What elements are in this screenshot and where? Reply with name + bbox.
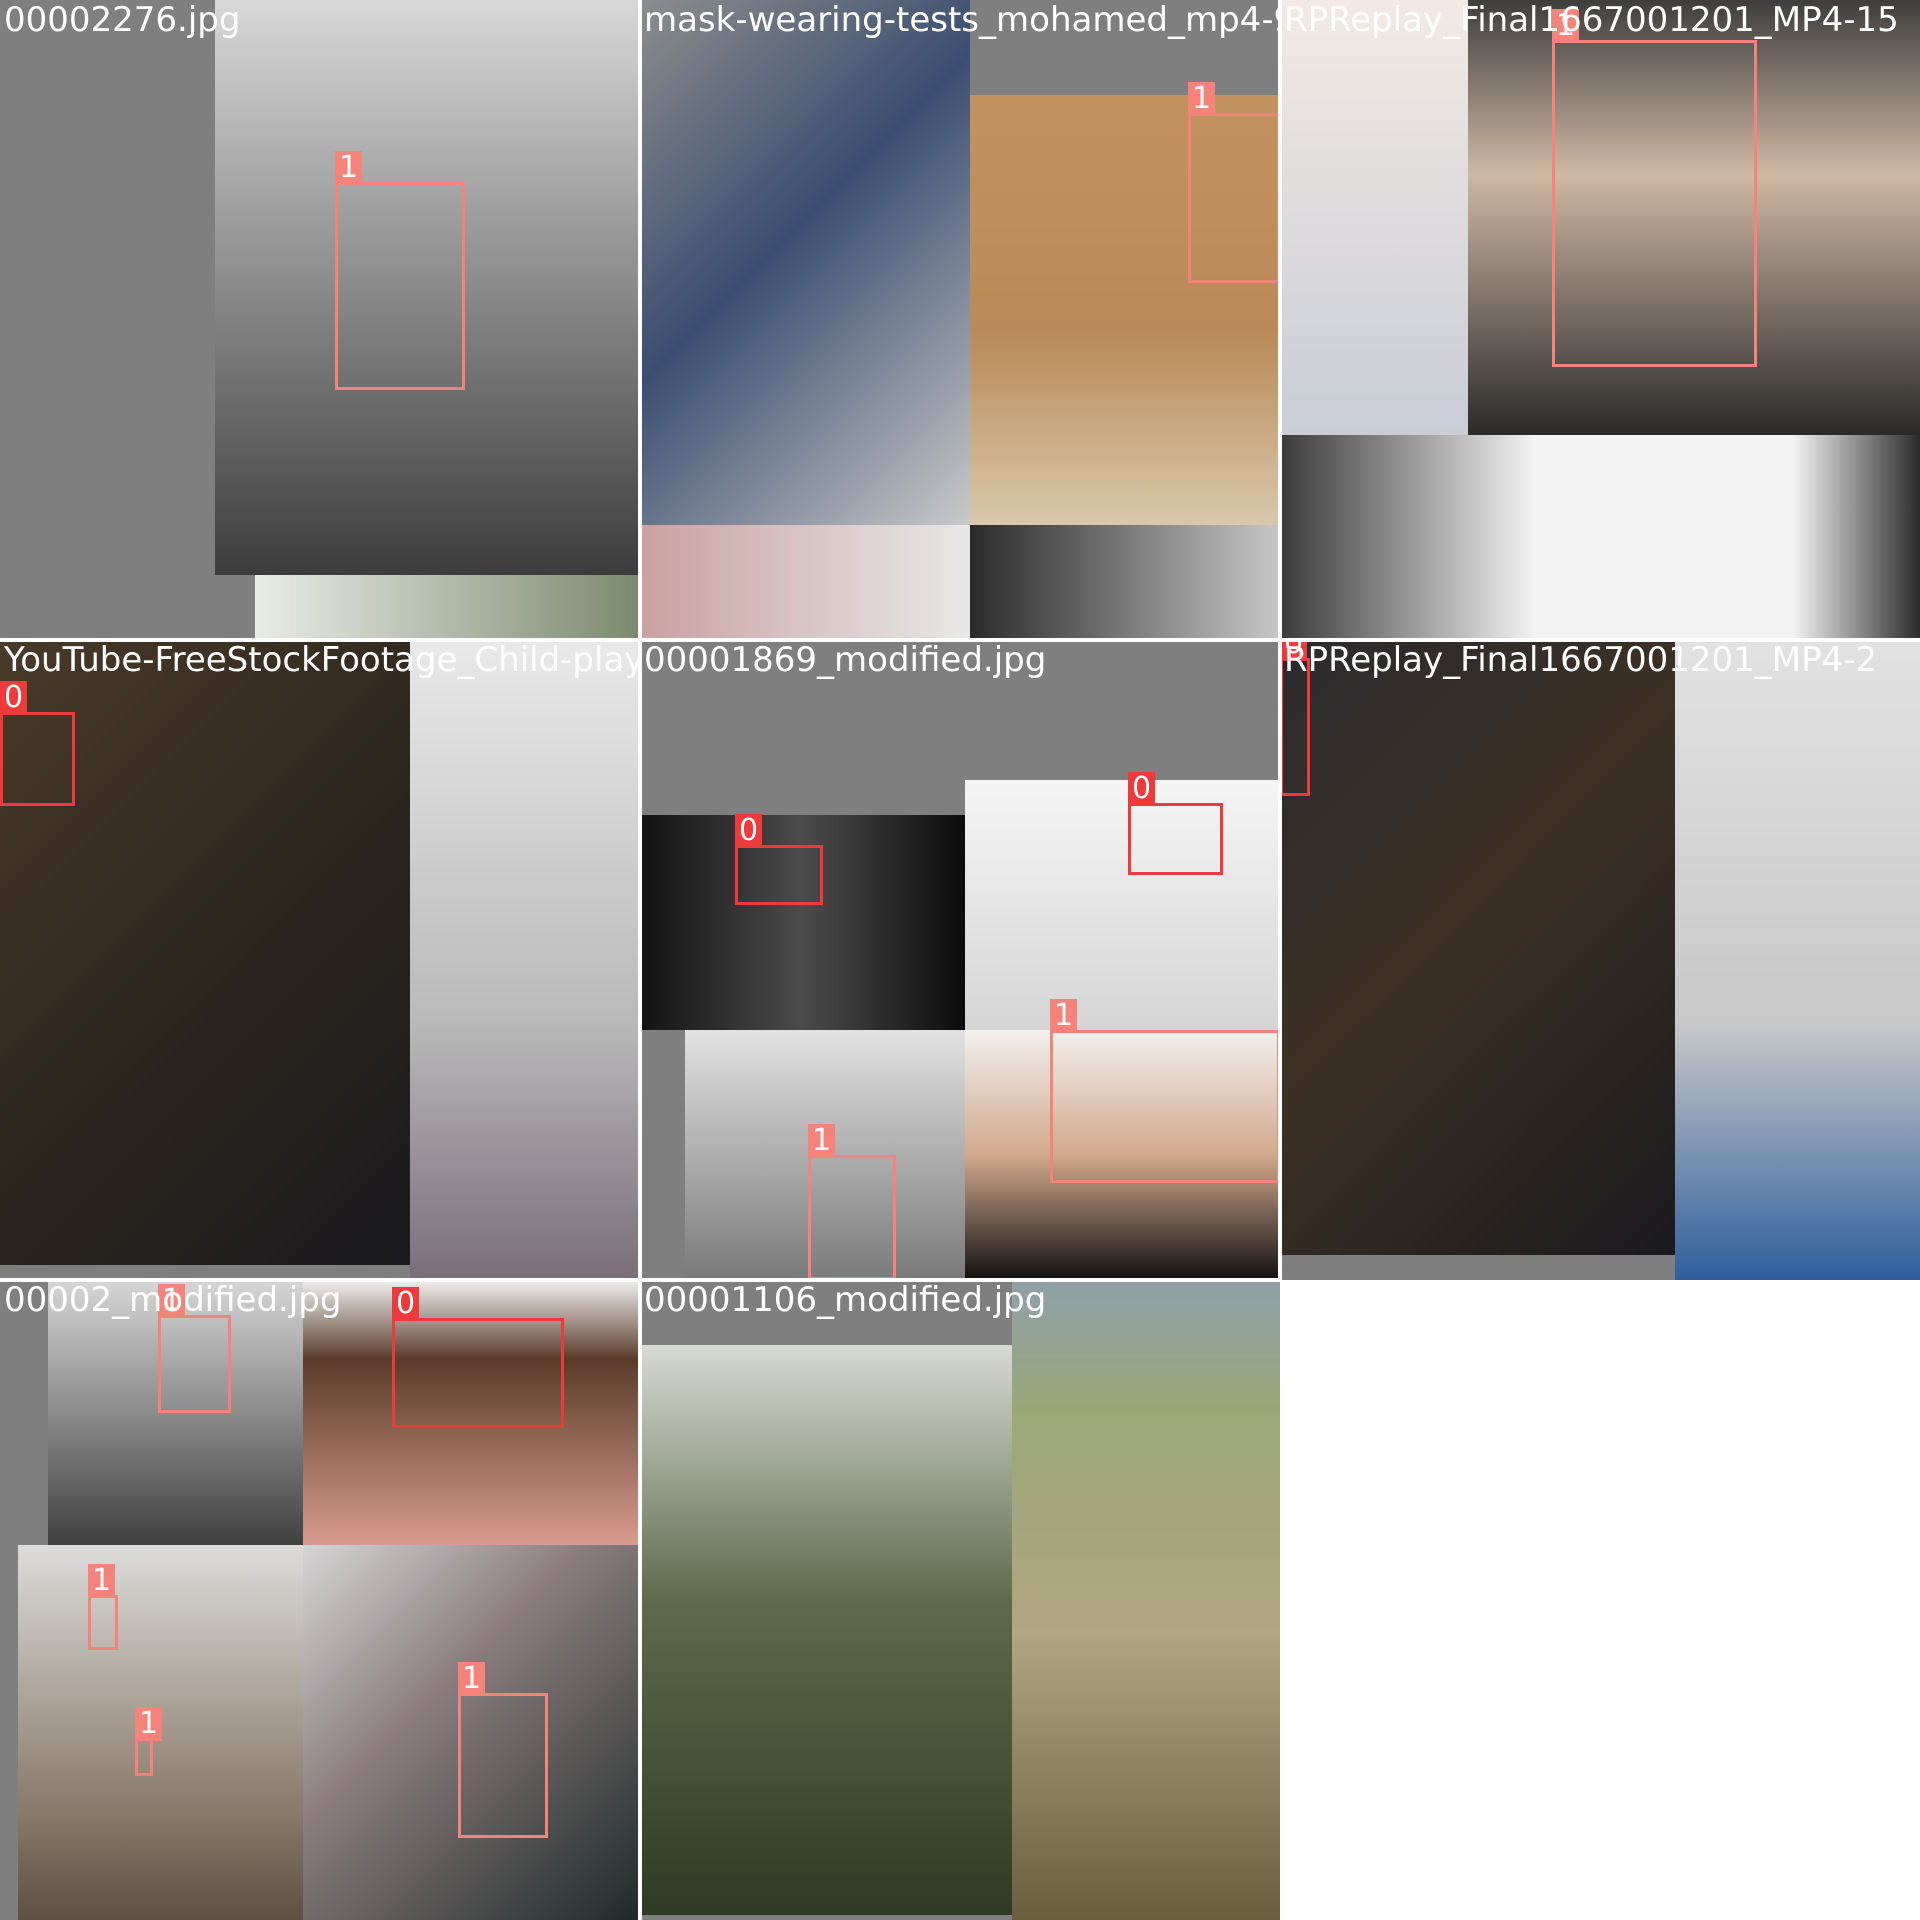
image-filename: 00001106_modified.jpg xyxy=(644,1280,1047,1320)
grid-divider xyxy=(0,638,1920,642)
photo-grey-room xyxy=(410,640,640,1280)
photo-man-laptop xyxy=(965,780,1280,1030)
mosaic-tile: 0 YouTube-FreeStockFootage_Child-playing… xyxy=(0,640,640,1280)
photo-room-blur xyxy=(640,0,970,525)
photo-white-lower xyxy=(1280,435,1920,640)
detection-box: 1 xyxy=(808,1124,896,1280)
image-filename: RPReplay_Final1667001201_MP4-2 xyxy=(1284,640,1878,680)
detection-box: 0 xyxy=(0,681,75,806)
class-label: 1 xyxy=(458,1662,486,1696)
grid-divider xyxy=(638,0,642,1920)
detection-box: 1 xyxy=(158,1284,231,1413)
class-label: 1 xyxy=(88,1564,116,1598)
class-label: 0 xyxy=(392,1287,420,1321)
mosaic-tile: 1 00002276.jpg xyxy=(0,0,640,640)
detection-box: 1 xyxy=(1552,9,1757,367)
class-label: 1 xyxy=(808,1124,836,1158)
image-filename: YouTube-FreeStockFootage_Child-playing-w xyxy=(4,640,640,680)
mosaic-grid: 1 00002276.jpg 1 mask-wearing-tests_moha… xyxy=(0,0,1920,1920)
mosaic-tile: 0 RPReplay_Final1667001201_MP4-2 xyxy=(1280,640,1920,1280)
class-label: 0 xyxy=(735,814,763,848)
class-label: 1 xyxy=(1188,82,1216,116)
photo-wall-left xyxy=(1280,0,1468,435)
photo-man-dark-wall xyxy=(1280,640,1675,1255)
photo-grey-room-blue xyxy=(1675,640,1920,1280)
photo-sky-strip xyxy=(255,575,640,640)
detection-box: 0 xyxy=(735,814,823,905)
detection-box: 1 xyxy=(1188,82,1280,283)
image-filename: 00002_modified.jpg xyxy=(4,1280,342,1320)
detection-box: 0 xyxy=(392,1287,564,1428)
detection-box: 1 xyxy=(88,1564,118,1650)
detection-box: 1 xyxy=(135,1707,163,1776)
class-label: 1 xyxy=(1050,999,1078,1033)
mosaic-tile: 00001106_modified.jpg xyxy=(640,1280,1280,1920)
class-label: 0 xyxy=(0,681,28,715)
detection-box: 1 xyxy=(335,151,465,390)
detection-box: 1 xyxy=(1050,999,1280,1183)
class-label: 1 xyxy=(335,151,363,185)
photo-garden-post xyxy=(640,1345,1012,1915)
detection-box: 1 xyxy=(458,1662,548,1838)
photo-red-object xyxy=(640,525,970,640)
image-filename: mask-wearing-tests_mohamed_mp4-9 xyxy=(644,0,1280,40)
empty-tile xyxy=(1280,1280,1920,1920)
mosaic-tile: 1 0 1 1 1 00002_modified.jpg xyxy=(0,1280,640,1920)
class-label: 0 xyxy=(1128,772,1156,806)
detection-box: 0 xyxy=(1128,772,1223,875)
grid-divider xyxy=(0,1278,1280,1282)
image-filename: RPReplay_Final1667001201_MP4-15 xyxy=(1284,0,1899,40)
mosaic-tile: 1 RPReplay_Final1667001201_MP4-15 xyxy=(1280,0,1920,640)
photo-dark-crop xyxy=(970,525,1280,640)
mosaic-tile: 1 mask-wearing-tests_mohamed_mp4-9 xyxy=(640,0,1280,640)
mosaic-tile: 0 0 1 1 00001869_modified.jpg xyxy=(640,640,1280,1280)
image-filename: 00002276.jpg xyxy=(4,0,241,40)
image-filename: 00001869_modified.jpg xyxy=(644,640,1047,680)
photo-field-grass xyxy=(1012,1280,1280,1920)
class-label: 1 xyxy=(135,1707,163,1741)
